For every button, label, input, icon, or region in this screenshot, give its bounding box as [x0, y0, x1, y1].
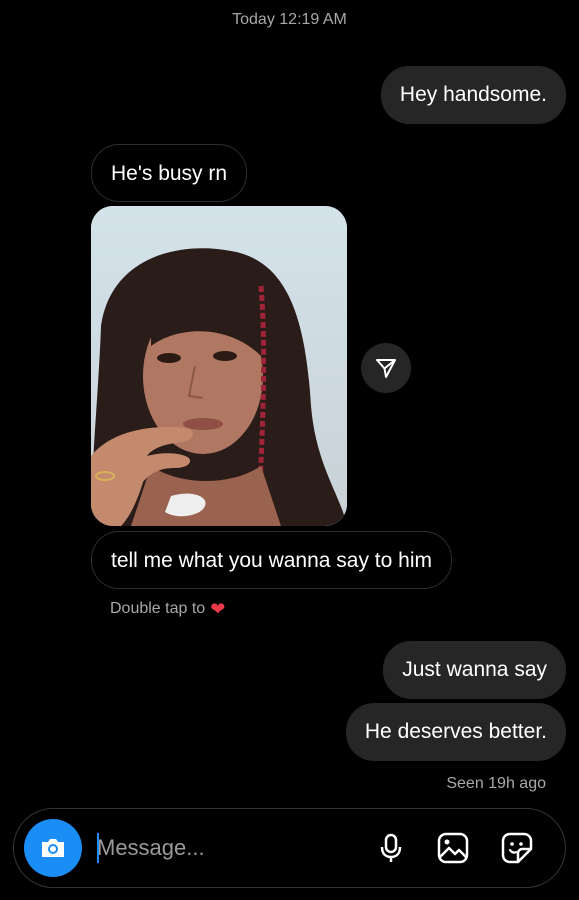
seen-status: Seen 19h ago — [446, 775, 546, 792]
microphone-button[interactable] — [372, 829, 410, 867]
share-photo-button[interactable] — [361, 343, 411, 393]
photo-message[interactable] — [91, 206, 347, 526]
message-composer — [13, 808, 566, 888]
gallery-button[interactable] — [434, 829, 472, 867]
sticker-button[interactable] — [498, 829, 536, 867]
conversation-timestamp: Today 12:19 AM — [232, 11, 347, 28]
message-bubble-sent[interactable]: Just wanna say — [383, 641, 566, 699]
message-bubble-received[interactable]: He's busy rn — [91, 144, 248, 202]
gallery-icon — [437, 832, 469, 864]
message-input[interactable] — [97, 831, 347, 865]
send-icon — [376, 359, 396, 378]
double-tap-label: Double tap to — [110, 600, 206, 617]
message-bubble-received[interactable]: tell me what you wanna say to him — [91, 531, 452, 589]
camera-icon — [42, 839, 64, 857]
sticker-icon — [501, 832, 533, 864]
text-cursor — [97, 833, 99, 863]
microphone-icon — [380, 833, 402, 862]
photo-image — [91, 206, 347, 526]
message-bubble-sent[interactable]: He deserves better. — [345, 703, 566, 761]
double-tap-hint: Double tap to ❤ — [110, 600, 225, 618]
camera-button[interactable] — [24, 819, 82, 877]
message-bubble-sent[interactable]: Hey handsome. — [380, 66, 566, 124]
heart-icon: ❤ — [210, 599, 226, 619]
